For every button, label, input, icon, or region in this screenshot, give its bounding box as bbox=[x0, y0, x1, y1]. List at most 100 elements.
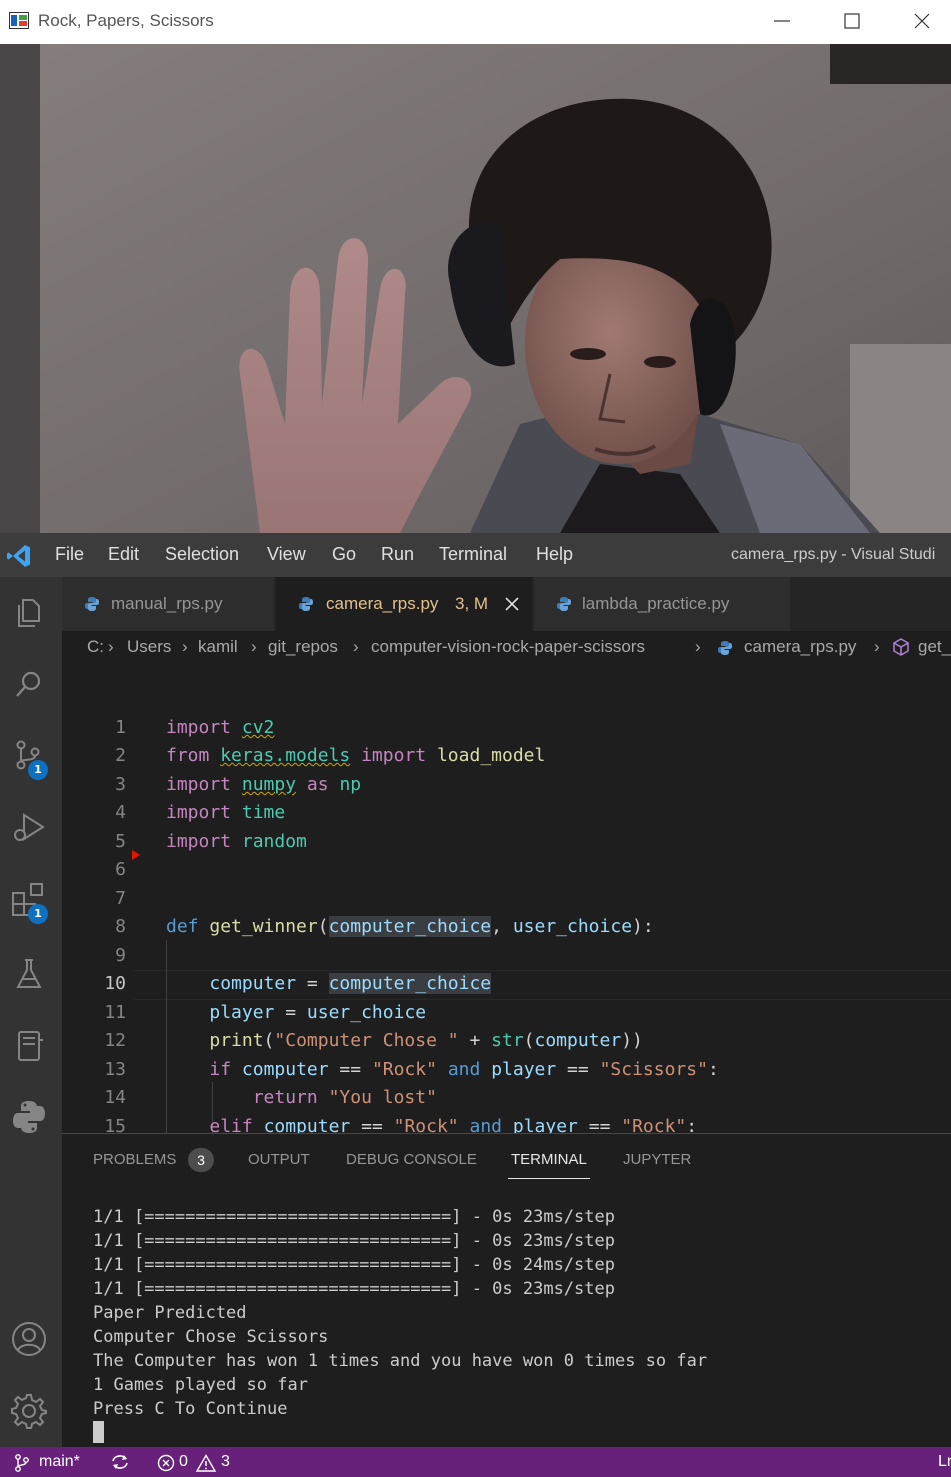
tab-label: manual_rps.py bbox=[111, 594, 223, 613]
tab-manual-rps[interactable]: manual_rps.py bbox=[62, 577, 274, 631]
breadcrumb-item[interactable]: camera_rps.py bbox=[744, 637, 856, 657]
function-symbol-icon bbox=[893, 638, 909, 656]
breadcrumb-item[interactable]: kamil bbox=[198, 637, 238, 657]
chevron-right-icon: › bbox=[874, 637, 880, 656]
tab-terminal[interactable]: TERMINAL bbox=[511, 1151, 587, 1168]
webcam-frame-image bbox=[0, 44, 951, 533]
code-line-14: return "You lost" bbox=[252, 1087, 437, 1108]
line-number: 1 bbox=[115, 717, 126, 738]
python-file-icon bbox=[718, 641, 732, 655]
python-icon[interactable] bbox=[9, 1097, 49, 1137]
terminal-cursor bbox=[93, 1421, 104, 1443]
chevron-right-icon: › bbox=[695, 637, 701, 656]
terminal-line: 1/1 [==============================] - 0… bbox=[93, 1231, 615, 1251]
activity-bar: 1 1 bbox=[0, 577, 62, 1447]
breadcrumb-item[interactable]: get_ bbox=[918, 637, 951, 657]
tab-output[interactable]: OUTPUT bbox=[248, 1151, 310, 1168]
camera-window-title: Rock, Papers, Scissors bbox=[38, 11, 214, 30]
git-branch-label[interactable]: main* bbox=[39, 1453, 80, 1471]
code-line-1: import cv2 bbox=[166, 717, 275, 738]
code-line-11: player = user_choice bbox=[209, 1002, 427, 1023]
line-number: 2 bbox=[115, 745, 126, 766]
tab-modified-status: 3, M bbox=[455, 594, 489, 613]
search-icon[interactable] bbox=[9, 664, 49, 704]
terminal-line: 1/1 [==============================] - 0… bbox=[93, 1207, 615, 1227]
active-tab-indicator bbox=[508, 1178, 590, 1179]
terminal-line: The Computer has won 1 times and you hav… bbox=[93, 1351, 708, 1371]
vscode-window-title: camera_rps.py - Visual Studi bbox=[731, 546, 936, 563]
error-count[interactable]: 0 bbox=[179, 1453, 188, 1471]
line-number: 9 bbox=[115, 945, 126, 966]
warning-count[interactable]: 3 bbox=[221, 1453, 230, 1471]
cursor-position-label[interactable]: Ln bbox=[938, 1453, 951, 1471]
line-number: 7 bbox=[115, 888, 126, 909]
app-window-icon bbox=[9, 12, 29, 29]
extensions-badge: 1 bbox=[28, 904, 48, 924]
code-line-3: import numpy as np bbox=[166, 774, 362, 795]
breadcrumb-item[interactable]: computer-vision-rock-paper-scissors bbox=[371, 637, 645, 657]
terminal-line: 1/1 [==============================] - 0… bbox=[93, 1279, 615, 1299]
tab-camera-rps[interactable]: camera_rps.py 3, M bbox=[276, 577, 532, 631]
warning-icon bbox=[196, 1454, 216, 1472]
run-debug-icon[interactable] bbox=[9, 807, 49, 847]
sync-icon[interactable] bbox=[110, 1453, 130, 1471]
line-number: 5 bbox=[115, 831, 126, 852]
close-window-button[interactable] bbox=[892, 0, 951, 44]
line-number: 4 bbox=[115, 802, 126, 823]
breadcrumb-item[interactable]: Users bbox=[127, 637, 171, 657]
menu-run[interactable]: Run bbox=[381, 544, 414, 565]
code-line-5: import random bbox=[166, 831, 307, 852]
line-number: 15 bbox=[104, 1116, 126, 1133]
close-icon bbox=[914, 13, 930, 29]
status-bar: main* 0 3 Ln bbox=[0, 1447, 951, 1477]
breadcrumb: C: › Users › kamil › git_repos › compute… bbox=[62, 631, 951, 665]
python-file-icon bbox=[557, 597, 571, 611]
python-file-icon bbox=[299, 597, 313, 611]
code-line-8: def get_winner(computer_choice, user_cho… bbox=[166, 916, 654, 937]
line-number: 8 bbox=[115, 916, 126, 937]
maximize-icon bbox=[844, 13, 860, 29]
tab-lambda-practice[interactable]: lambda_practice.py bbox=[534, 577, 790, 631]
menu-terminal[interactable]: Terminal bbox=[439, 544, 507, 565]
git-branch-icon bbox=[15, 1454, 29, 1472]
tab-problems[interactable]: PROBLEMS bbox=[93, 1151, 176, 1168]
minimize-icon bbox=[774, 20, 790, 22]
maximize-button[interactable] bbox=[822, 0, 882, 44]
code-line-12: print("Computer Chose " + str(computer)) bbox=[209, 1030, 643, 1051]
chevron-right-icon: › bbox=[353, 637, 359, 656]
vscode-menubar: File Edit Selection View Go Run Terminal… bbox=[0, 533, 951, 577]
menu-view[interactable]: View bbox=[267, 544, 306, 565]
notebook-icon[interactable] bbox=[9, 1026, 49, 1066]
source-control-badge: 1 bbox=[28, 760, 48, 780]
code-line-4: import time bbox=[166, 802, 286, 823]
camera-window-titlebar: Rock, Papers, Scissors bbox=[0, 0, 951, 45]
breadcrumb-item[interactable]: C: bbox=[87, 637, 104, 657]
code-editor[interactable]: 1 2 3 4 5 6 7 8 9 10 11 12 13 14 15 impo… bbox=[62, 665, 951, 1133]
breadcrumb-item[interactable]: git_repos bbox=[268, 637, 338, 657]
editor-tab-bar: manual_rps.py camera_rps.py 3, M lambda_… bbox=[62, 577, 951, 631]
code-line-15: elif computer == "Rock" and player == "R… bbox=[209, 1116, 698, 1133]
testing-icon[interactable] bbox=[9, 954, 49, 994]
code-line-2: from keras.models import load_model bbox=[166, 745, 546, 766]
menu-go[interactable]: Go bbox=[332, 544, 356, 565]
vscode-logo-icon bbox=[7, 545, 30, 567]
close-tab-icon[interactable] bbox=[505, 597, 519, 611]
settings-gear-icon[interactable] bbox=[9, 1391, 49, 1431]
menu-edit[interactable]: Edit bbox=[108, 544, 139, 565]
bottom-panel: PROBLEMS 3 OUTPUT DEBUG CONSOLE TERMINAL… bbox=[62, 1133, 951, 1448]
account-icon[interactable] bbox=[9, 1319, 49, 1359]
tab-debug-console[interactable]: DEBUG CONSOLE bbox=[346, 1151, 477, 1168]
chevron-right-icon: › bbox=[108, 637, 114, 656]
explorer-icon[interactable] bbox=[9, 591, 49, 631]
line-number: 14 bbox=[104, 1087, 126, 1108]
menu-help[interactable]: Help bbox=[536, 544, 573, 565]
line-number: 3 bbox=[115, 774, 126, 795]
menu-file[interactable]: File bbox=[55, 544, 84, 565]
error-icon bbox=[157, 1454, 175, 1472]
line-number: 13 bbox=[104, 1059, 126, 1080]
tab-jupyter[interactable]: JUPYTER bbox=[623, 1151, 691, 1168]
terminal-line: Computer Chose Scissors bbox=[93, 1327, 329, 1347]
minimize-button[interactable] bbox=[752, 0, 812, 44]
line-number: 6 bbox=[115, 859, 126, 880]
menu-selection[interactable]: Selection bbox=[165, 544, 239, 565]
